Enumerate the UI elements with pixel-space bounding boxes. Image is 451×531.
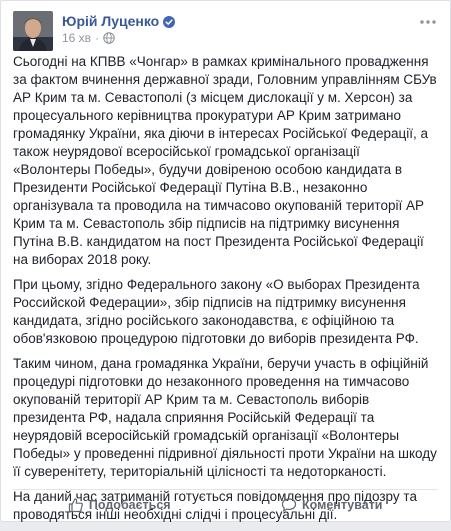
post-header: Юрій Луценко 16 хв · [13, 11, 438, 51]
post-meta: 16 хв · [62, 31, 115, 45]
comment-icon [281, 497, 297, 512]
post-body: Сьогодні на КПВВ «Чонгар» в рамках кримі… [13, 53, 441, 531]
more-options-icon[interactable] [418, 15, 438, 29]
post-timestamp[interactable]: 16 хв [62, 31, 91, 45]
verified-badge-icon [163, 15, 176, 28]
comment-label: Коментувати [301, 497, 383, 512]
post-paragraph: При цьому, згідно Федерального закону «О… [13, 277, 420, 346]
post-actions-bar: Подобається Коментувати [13, 489, 438, 519]
author-line: Юрій Луценко [62, 13, 176, 29]
avatar[interactable] [13, 11, 53, 51]
post-card: Юрій Луценко 16 хв · Сьогодні на КПВВ «Ч… [0, 0, 451, 522]
post-paragraph: Сьогодні на КПВВ «Чонгар» в рамках кримі… [13, 54, 437, 267]
thumbs-up-icon [68, 497, 83, 512]
post-paragraph: Таким чином, дана громадянка України, бе… [13, 356, 437, 479]
author-name[interactable]: Юрій Луценко [62, 13, 159, 29]
comment-button[interactable]: Коментувати [226, 490, 439, 520]
globe-icon[interactable] [103, 32, 115, 44]
meta-separator: · [95, 31, 100, 45]
like-label: Подобається [88, 497, 171, 512]
like-button[interactable]: Подобається [13, 490, 226, 520]
